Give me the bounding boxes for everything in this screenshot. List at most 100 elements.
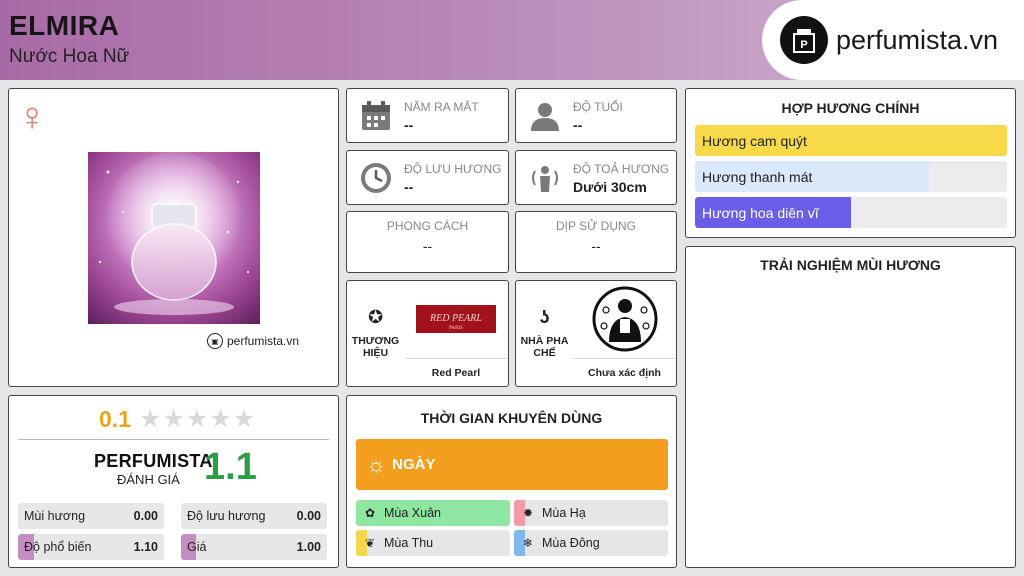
sillage-value: Dưới 30cm bbox=[573, 179, 647, 195]
stat-scent: Mùi hương 0.00 bbox=[18, 503, 164, 529]
sillage-icon bbox=[532, 166, 558, 192]
day-bar: ☼ NGÀY bbox=[356, 439, 668, 490]
person-icon bbox=[531, 103, 559, 131]
stat-price: Giá 1.00 bbox=[181, 534, 327, 560]
age-value: -- bbox=[573, 117, 583, 133]
perfumer-label: NHÀ PHA CHẾ bbox=[520, 334, 569, 360]
sun-small-icon: ✹ bbox=[522, 506, 534, 520]
leaf-icon: ❦ bbox=[364, 536, 376, 550]
occasion-value: -- bbox=[591, 238, 601, 254]
accord-bar: Hương hoa diên vĩ bbox=[695, 197, 1007, 228]
header: ELMIRA Nước Hoa Nữ P perfumista.vn bbox=[0, 0, 1024, 80]
stat-value: 0.00 bbox=[296, 509, 321, 523]
star-icon[interactable]: ★ bbox=[209, 407, 231, 432]
accord-label: Hương hoa diên vĩ bbox=[702, 204, 819, 221]
season-label: Mùa Đông bbox=[542, 536, 600, 550]
nose-icon: ʖ bbox=[539, 307, 550, 328]
watermark: ▣ perfumista.vn bbox=[207, 333, 299, 349]
perfume-subtitle: Nước Hoa Nữ bbox=[9, 46, 130, 67]
perfumista-logo-icon: P bbox=[780, 16, 828, 64]
user-score: 0.1 bbox=[99, 406, 131, 432]
brand-logo[interactable]: P perfumista.vn bbox=[762, 0, 1024, 80]
season-label: Mùa Xuân bbox=[384, 506, 441, 520]
accord-label: Hương thanh mát bbox=[702, 168, 813, 185]
accord-label: Hương cam quýt bbox=[702, 132, 807, 149]
season-label: Mùa Hạ bbox=[542, 506, 586, 520]
stat-label: Độ lưu hương bbox=[187, 509, 266, 523]
watermark-text: perfumista.vn bbox=[227, 334, 300, 348]
time-title: THỜI GIAN KHUYÊN DÙNG bbox=[420, 410, 603, 426]
divider bbox=[18, 439, 329, 440]
style-card: PHONG CÁCH -- bbox=[346, 211, 509, 273]
sillage-label: ĐỘ TOẢ HƯƠNG bbox=[573, 162, 670, 176]
longevity-card: ĐỘ LƯU HƯƠNG -- bbox=[346, 150, 509, 205]
stat-value: 1.10 bbox=[133, 540, 158, 554]
calendar-icon bbox=[362, 101, 390, 130]
brand-logo-image: RED PEARL PARIS bbox=[404, 281, 508, 357]
flower-icon: ✿ bbox=[364, 506, 376, 520]
season-winter: ❄ Mùa Đông bbox=[514, 530, 668, 556]
rating-panel: 0.1 ★ ★ ★ ★ ★ PERFUMISTA ĐÁNH GIÁ 1.1 Mù… bbox=[8, 395, 339, 568]
occasion-card: DỊP SỬ DỤNG -- bbox=[515, 211, 677, 273]
perfumista-sub: ĐÁNH GIÁ bbox=[117, 472, 180, 487]
watermark-logo-icon: ▣ bbox=[207, 333, 223, 349]
style-label: PHONG CÁCH bbox=[386, 219, 469, 233]
brand-text: perfumista.vn bbox=[836, 24, 999, 55]
sillage-card: ĐỘ TOẢ HƯƠNG Dưới 30cm bbox=[515, 150, 677, 205]
accord-bar: Hương cam quýt bbox=[695, 125, 1007, 156]
perfumista-score: 1.1 bbox=[204, 446, 257, 488]
stat-label: Mùi hương bbox=[24, 509, 86, 523]
star-icon[interactable]: ★ bbox=[186, 407, 208, 432]
brand-card[interactable]: ✪ THƯƠNG HIỆU RED PEARL PARIS Red Pearl bbox=[346, 280, 509, 387]
stat-label: Giá bbox=[187, 540, 207, 554]
snowflake-icon: ❄ bbox=[522, 536, 534, 550]
clock-icon bbox=[361, 163, 391, 193]
perfumista-label: PERFUMISTA bbox=[94, 451, 213, 471]
user-rating: 0.1 ★ ★ ★ ★ ★ bbox=[99, 406, 256, 433]
brand-label-box: ✪ THƯƠNG HIỆU bbox=[347, 281, 404, 386]
stat-popularity: Độ phổ biến 1.10 bbox=[18, 534, 164, 560]
longevity-value: -- bbox=[404, 179, 414, 195]
longevity-label: ĐỘ LƯU HƯƠNG bbox=[404, 162, 502, 176]
accords-title: HỢP HƯƠNG CHÍNH bbox=[781, 100, 920, 116]
season-summer: ✹ Mùa Hạ bbox=[514, 500, 668, 526]
star-icon[interactable]: ★ bbox=[233, 407, 255, 432]
scent-experience-panel: TRẢI NGHIỆM MÙI HƯƠNG bbox=[685, 246, 1016, 568]
star-badge-icon: ✪ bbox=[367, 307, 384, 328]
recommended-time-panel: THỜI GIAN KHUYÊN DÙNG ☼ NGÀY ✿ Mùa Xuân … bbox=[346, 395, 677, 568]
perfumer-card[interactable]: ʖ NHÀ PHA CHẾ Chưa xác định bbox=[515, 280, 677, 387]
perfumer-name: Chưa xác định bbox=[573, 358, 676, 386]
perfumer-image bbox=[573, 281, 676, 357]
star-icon[interactable]: ★ bbox=[162, 407, 184, 432]
product-panel: ♀ ▣ perfumista.vn bbox=[8, 88, 339, 387]
release-value: -- bbox=[404, 117, 414, 133]
brand-name: Red Pearl bbox=[404, 358, 508, 386]
perfumer-label-box: ʖ NHÀ PHA CHẾ bbox=[516, 281, 573, 386]
stat-value: 1.00 bbox=[296, 540, 321, 554]
female-symbol-icon: ♀ bbox=[17, 95, 47, 139]
stat-label: Độ phổ biến bbox=[24, 540, 92, 554]
svg-text:PARIS: PARIS bbox=[449, 326, 463, 331]
sun-icon: ☼ bbox=[366, 451, 387, 477]
perfume-name: ELMIRA bbox=[9, 10, 120, 41]
stat-value: 0.00 bbox=[133, 509, 158, 523]
release-label: NĂM RA MẮT bbox=[404, 100, 479, 114]
accord-bar: Hương thanh mát bbox=[695, 161, 1007, 192]
stat-longevity: Độ lưu hương 0.00 bbox=[181, 503, 327, 529]
age-card: ĐỘ TUỔI -- bbox=[515, 88, 677, 143]
season-autumn: ❦ Mùa Thu bbox=[356, 530, 510, 556]
release-card: NĂM RA MẮT -- bbox=[346, 88, 509, 143]
star-rating[interactable]: ★ ★ ★ ★ ★ bbox=[139, 407, 256, 432]
season-label: Mùa Thu bbox=[384, 536, 434, 550]
svg-text:P: P bbox=[800, 39, 807, 51]
svg-text:RED PEARL: RED PEARL bbox=[429, 313, 482, 324]
product-image bbox=[88, 152, 260, 324]
brand-label: THƯƠNG HIỆU bbox=[351, 334, 400, 360]
season-spring: ✿ Mùa Xuân bbox=[356, 500, 510, 526]
style-value: -- bbox=[422, 238, 433, 254]
main-accords-panel: HỢP HƯƠNG CHÍNH Hương cam quýt Hương tha… bbox=[685, 88, 1016, 238]
experience-title: TRẢI NGHIỆM MÙI HƯƠNG bbox=[760, 257, 941, 273]
occasion-label: DỊP SỬ DỤNG bbox=[555, 219, 637, 233]
day-label: NGÀY bbox=[392, 456, 436, 473]
star-icon[interactable]: ★ bbox=[139, 407, 161, 432]
